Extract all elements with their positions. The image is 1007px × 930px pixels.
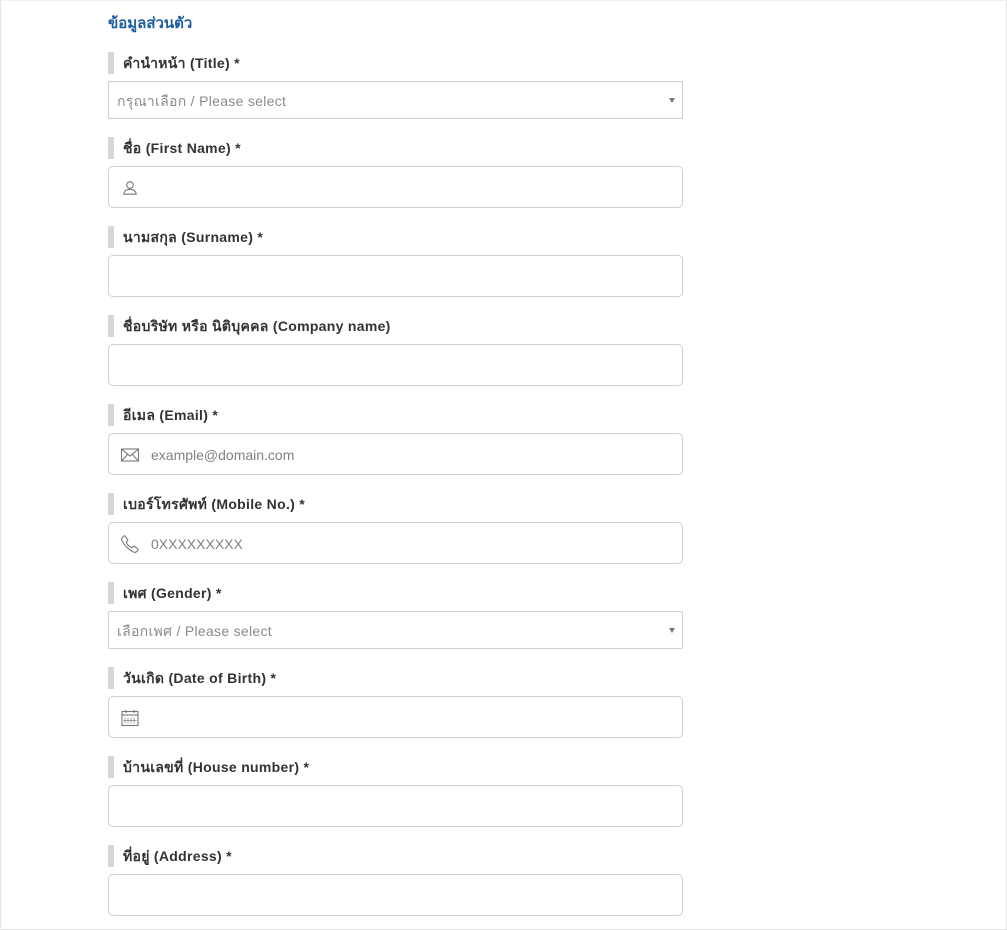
first-name-field: ชื่อ (First Name) * <box>108 137 683 209</box>
surname-input[interactable] <box>121 256 641 298</box>
company-input[interactable] <box>121 345 641 387</box>
calendar-icon <box>120 708 140 728</box>
surname-label: นามสกุล (Surname) * <box>108 226 683 248</box>
house-number-input[interactable] <box>121 786 641 828</box>
company-input-box[interactable] <box>108 344 683 387</box>
gender-label: เพศ (Gender) * <box>108 582 683 604</box>
mobile-input[interactable] <box>151 523 671 565</box>
address-label: ที่อยู่ (Address) * <box>108 845 683 867</box>
email-input[interactable] <box>151 434 671 476</box>
address-input-box[interactable] <box>108 874 683 917</box>
gender-select[interactable]: เลือกเพศ / Please select <box>108 611 683 649</box>
dropdown-arrow-icon <box>669 98 675 103</box>
title-select-value: กรุณาเลือก / Please select <box>117 93 287 109</box>
gender-select-value: เลือกเพศ / Please select <box>117 623 272 639</box>
dob-input-box[interactable] <box>108 696 683 739</box>
mobile-field: เบอร์โทรศัพท์ (Mobile No.) * <box>108 493 683 565</box>
first-name-input[interactable] <box>151 167 671 209</box>
surname-field: นามสกุล (Surname) * <box>108 226 683 298</box>
address-input[interactable] <box>121 875 641 917</box>
user-icon <box>120 178 140 198</box>
dropdown-arrow-icon <box>669 628 675 633</box>
envelope-icon <box>120 445 140 465</box>
address-field: ที่อยู่ (Address) * <box>108 845 683 917</box>
dob-label: วันเกิด (Date of Birth) * <box>108 667 683 689</box>
gender-field: เพศ (Gender) * เลือกเพศ / Please select <box>108 582 683 649</box>
title-label: คำนำหน้า (Title) * <box>108 52 683 74</box>
title-select[interactable]: กรุณาเลือก / Please select <box>108 81 683 119</box>
email-label: อีเมล (Email) * <box>108 404 683 426</box>
dob-field: วันเกิด (Date of Birth) * <box>108 667 683 739</box>
phone-icon <box>120 534 140 554</box>
first-name-input-box[interactable] <box>108 166 683 209</box>
mobile-input-box[interactable] <box>108 522 683 565</box>
mobile-label: เบอร์โทรศัพท์ (Mobile No.) * <box>108 493 683 515</box>
surname-input-box[interactable] <box>108 255 683 298</box>
dob-input[interactable] <box>151 697 671 739</box>
company-field: ชื่อบริษัท หรือ นิติบุคคล (Company name) <box>108 315 683 387</box>
email-input-box[interactable] <box>108 433 683 476</box>
section-title: ข้อมูลส่วนตัว <box>108 15 193 32</box>
first-name-label: ชื่อ (First Name) * <box>108 137 683 159</box>
company-label: ชื่อบริษัท หรือ นิติบุคคล (Company name) <box>108 315 683 337</box>
house-number-label: บ้านเลขที่ (House number) * <box>108 756 683 778</box>
title-field: คำนำหน้า (Title) * กรุณาเลือก / Please s… <box>108 52 683 119</box>
house-number-input-box[interactable] <box>108 785 683 828</box>
house-number-field: บ้านเลขที่ (House number) * <box>108 756 683 828</box>
email-field: อีเมล (Email) * <box>108 404 683 476</box>
